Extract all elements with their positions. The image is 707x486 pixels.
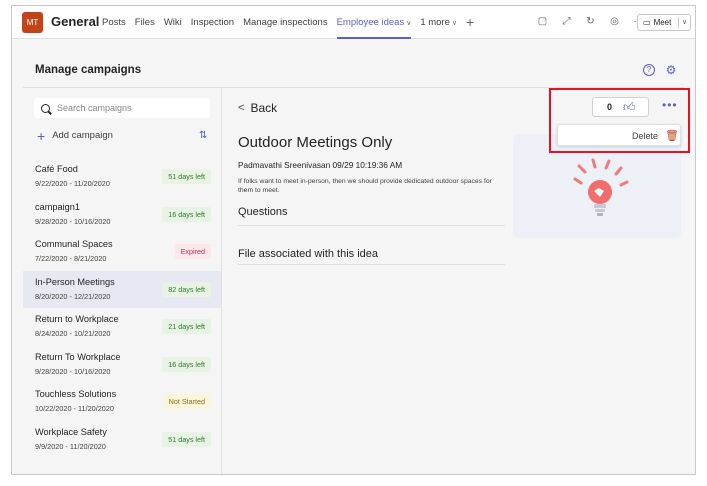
channel-header: MT General Posts Files Wiki Inspection M…: [12, 6, 695, 39]
tab-more[interactable]: 1 more ∨: [420, 6, 457, 39]
campaign-list: Café Food 9/22/2020 - 11/20/2020 51 days…: [23, 158, 221, 458]
search-icon: [41, 103, 50, 113]
campaign-name: Communal Spaces: [35, 239, 113, 249]
campaign-name: campaign1: [35, 201, 80, 212]
list-item[interactable]: campaign1 9/28/2020 - 10/16/2020 16 days…: [23, 196, 221, 234]
campaign-dates: 7/22/2020 - 8/21/2020: [35, 254, 107, 263]
search-input[interactable]: [57, 103, 197, 113]
help-icon[interactable]: ?: [643, 64, 655, 76]
highlight-box: [549, 88, 690, 153]
tab-wiki[interactable]: Wiki: [164, 6, 182, 39]
tab-employee-ideas[interactable]: Employee ideas ∨: [336, 6, 412, 39]
team-avatar: MT: [22, 12, 43, 33]
files-heading: File associated with this idea: [238, 248, 379, 260]
idea-author-line: Padmavathi Sreenivasan 09/29 10:19:36 AM: [238, 160, 403, 170]
campaign-name: Return to Workplace: [35, 314, 119, 324]
teams-window: MT General Posts Files Wiki Inspection M…: [11, 5, 696, 476]
tab-files[interactable]: Files: [135, 6, 155, 39]
video-camera-icon: ▭: [643, 18, 651, 27]
chevron-left-icon: <: [238, 102, 245, 114]
campaign-sidebar: + Add campaign ⇅ Café Food 9/22/2020 - 1…: [23, 88, 222, 476]
tab-more-label: 1 more: [420, 17, 450, 28]
globe-icon[interactable]: ◎: [608, 15, 621, 28]
status-badge: 51 days left: [162, 431, 211, 447]
campaign-dates: 9/9/2020 - 11/20/2020: [35, 441, 106, 451]
chevron-down-icon: ∨: [406, 20, 412, 27]
chat-icon[interactable]: ▢: [536, 15, 549, 28]
status-badge: 16 days left: [162, 206, 211, 222]
list-item[interactable]: Return To Workplace 9/28/2020 - 10/16/20…: [23, 346, 221, 384]
add-campaign-label: Add campaign: [52, 130, 113, 141]
chevron-down-icon: ∨: [451, 20, 458, 27]
campaign-dates: 9/28/2020 - 10/16/2020: [35, 366, 111, 376]
list-item[interactable]: Return to Workplace 8/24/2020 - 10/21/20…: [23, 308, 221, 346]
tab-employee-ideas-label: Employee ideas: [336, 17, 405, 28]
campaign-name: Touchless Solutions: [35, 389, 117, 399]
status-badge: Expired: [174, 244, 211, 259]
header-actions: ▢ ⤢ ↻ ◎ ···: [536, 15, 645, 28]
questions-heading: Questions: [238, 206, 288, 218]
campaign-name: In-Person Meetings: [35, 276, 115, 287]
status-badge: 82 days left: [162, 281, 211, 297]
plus-icon: +: [37, 127, 46, 144]
refresh-icon[interactable]: ↻: [584, 15, 597, 28]
channel-name: General: [51, 14, 100, 29]
add-tab-button[interactable]: +: [466, 6, 474, 39]
tab-bar: Posts Files Wiki Inspection Manage inspe…: [102, 6, 483, 39]
campaign-name: Workplace Safety: [35, 426, 107, 437]
campaign-dates: 9/28/2020 - 10/16/2020: [35, 216, 111, 226]
campaign-dates: 8/20/2020 - 12/21/2020: [35, 291, 111, 301]
list-item[interactable]: Workplace Safety 9/9/2020 - 11/20/2020 5…: [23, 421, 221, 459]
back-button[interactable]: < Back: [238, 101, 277, 115]
list-item[interactable]: Touchless Solutions 10/22/2020 - 11/20/2…: [23, 383, 221, 421]
tab-posts[interactable]: Posts: [102, 6, 126, 39]
status-badge: 16 days left: [162, 356, 211, 372]
section-divider: [238, 264, 505, 265]
list-item[interactable]: Café Food 9/22/2020 - 11/20/2020 51 days…: [23, 158, 221, 196]
tab-inspection[interactable]: Inspection: [191, 6, 234, 39]
status-badge: 51 days left: [162, 169, 211, 184]
expand-icon[interactable]: ⤢: [560, 15, 573, 28]
back-label: Back: [250, 101, 278, 115]
chevron-down-icon[interactable]: ∨: [682, 15, 687, 30]
meet-button[interactable]: ▭ Meet ∨: [637, 14, 691, 31]
campaign-name: Return To Workplace: [35, 351, 121, 362]
add-campaign-button[interactable]: + Add campaign: [37, 127, 113, 144]
page-title: Manage campaigns: [35, 64, 142, 76]
status-badge: Not Started: [162, 394, 211, 409]
campaign-dates: 10/22/2020 - 11/20/2020: [35, 404, 114, 413]
campaign-dates: 8/24/2020 - 10/21/2020: [35, 329, 111, 338]
gear-icon[interactable]: ⚙: [664, 63, 678, 77]
meet-divider: [678, 17, 679, 28]
search-box[interactable]: [34, 98, 210, 118]
list-item-selected[interactable]: In-Person Meetings 8/20/2020 - 12/21/202…: [23, 270, 221, 308]
sort-icon[interactable]: ⇅: [199, 130, 207, 141]
idea-description: If folks want to meet in-person, then we…: [238, 178, 492, 194]
idea-title: Outdoor Meetings Only: [238, 134, 393, 151]
campaign-dates: 9/22/2020 - 11/20/2020: [35, 179, 110, 188]
section-divider: [238, 225, 505, 226]
status-badge: 21 days left: [162, 319, 211, 334]
list-item[interactable]: Communal Spaces 7/22/2020 - 8/21/2020 Ex…: [23, 233, 221, 271]
tab-manage-inspections[interactable]: Manage inspections: [243, 6, 328, 39]
meet-label: Meet: [653, 18, 672, 27]
campaign-name: Café Food: [35, 164, 78, 174]
